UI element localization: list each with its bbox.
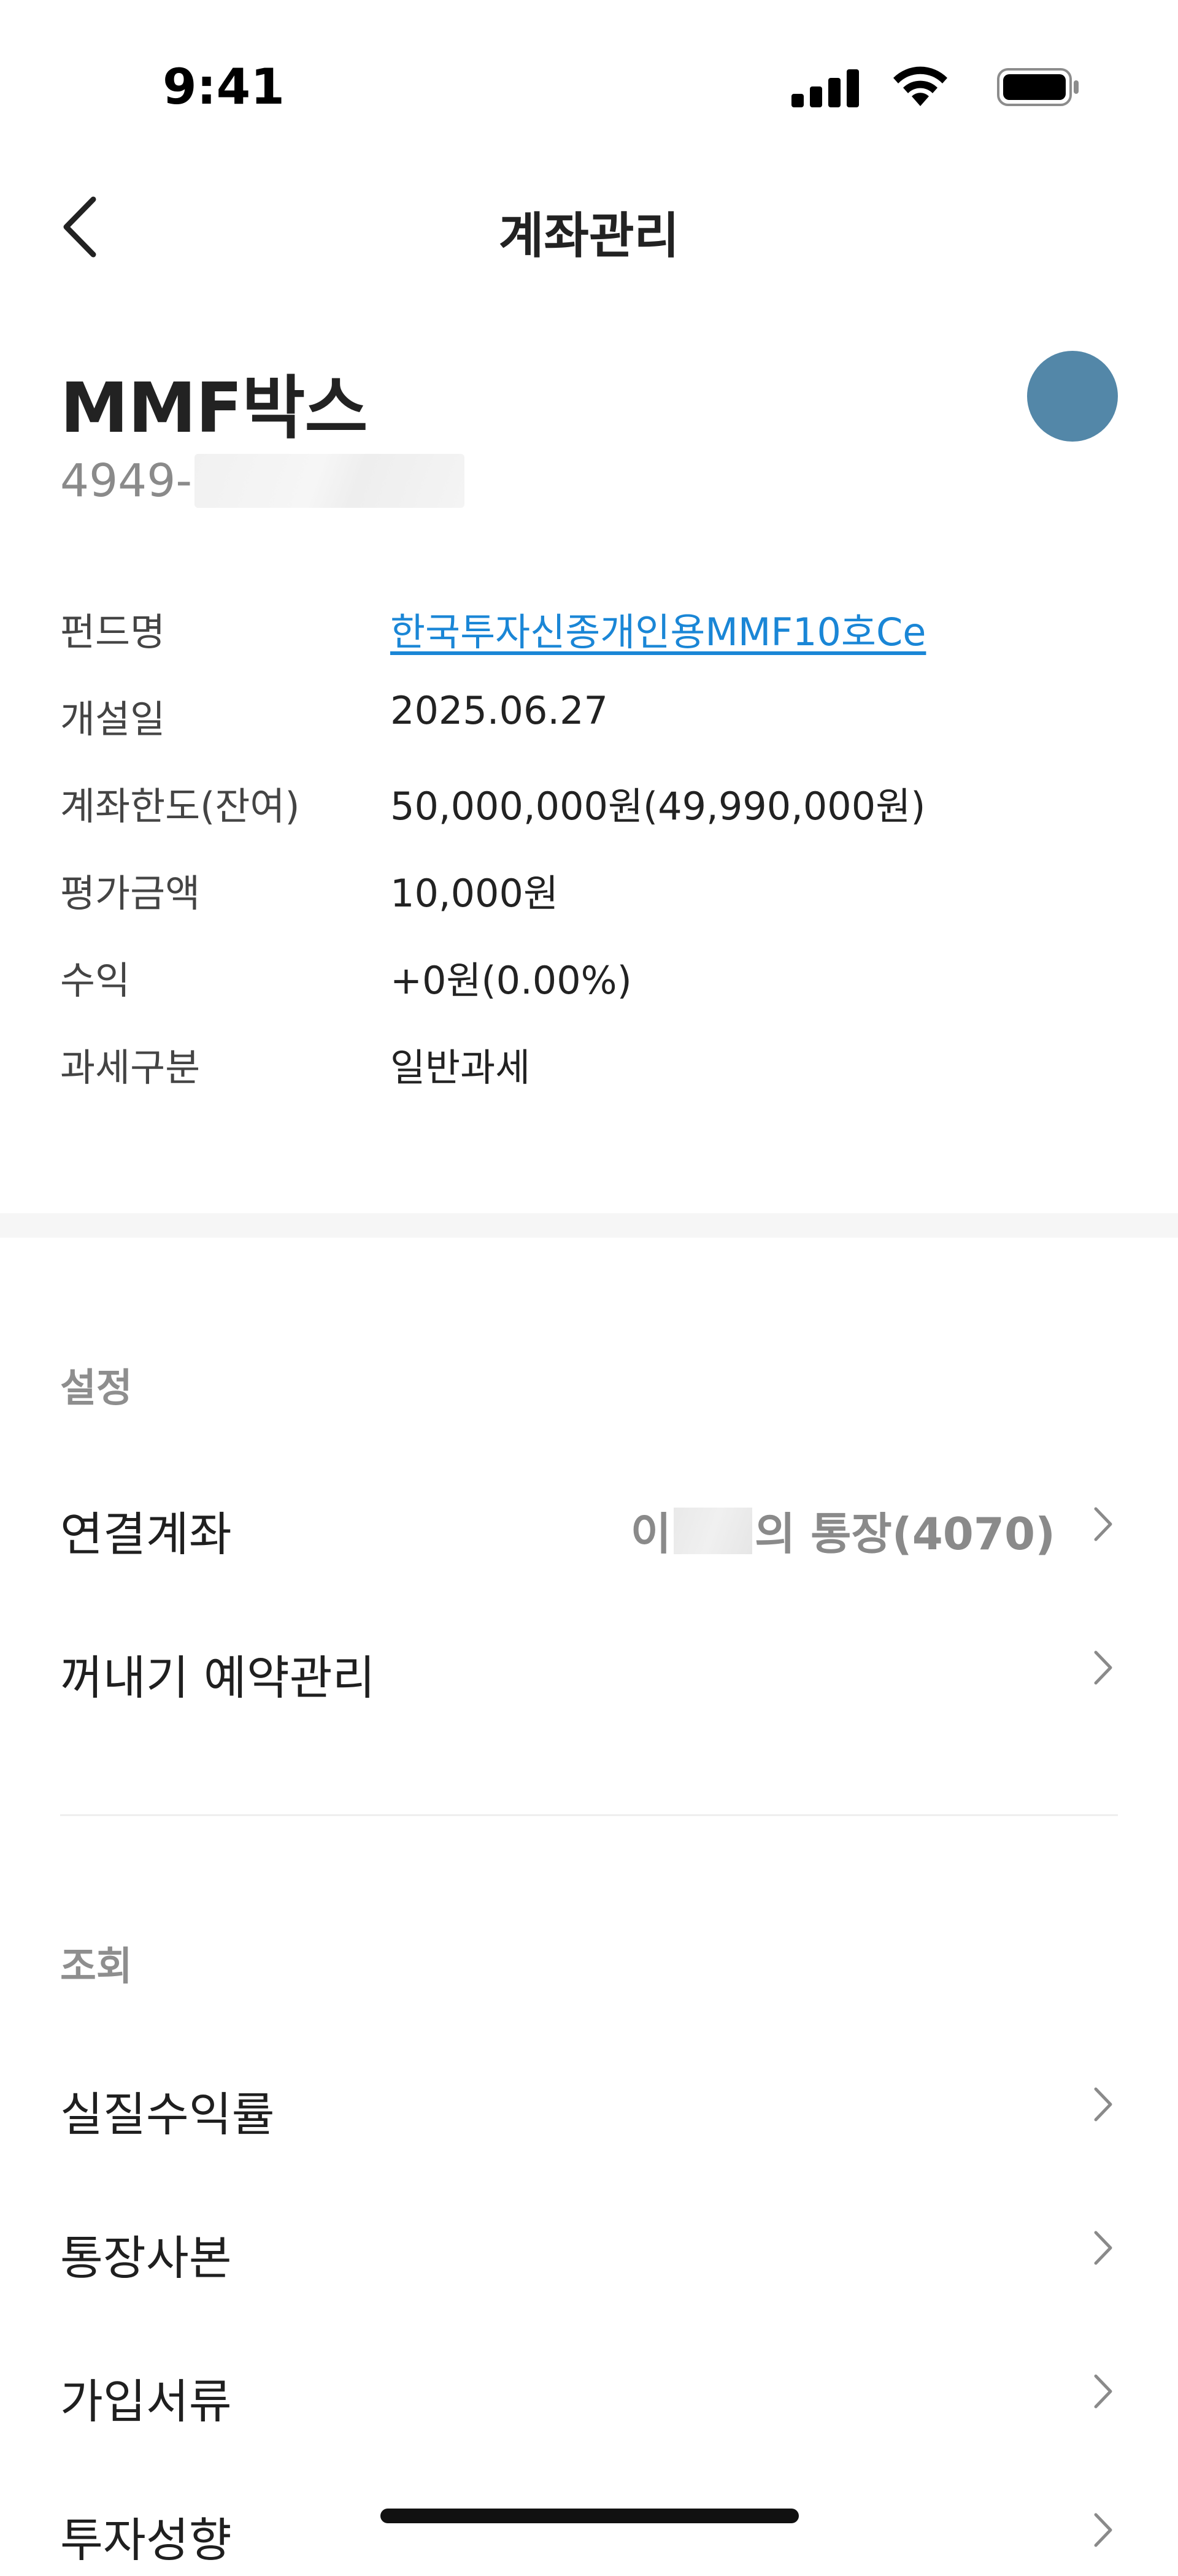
owner-name-mask <box>674 1508 752 1554</box>
real-return-rate-row[interactable]: 실질수익률 <box>60 2052 1118 2150</box>
menu-label: 연결계좌 <box>60 1507 232 1562</box>
info-row-tax-type: 과세구분 일반과세 <box>60 1037 1122 1124</box>
info-value: +0원(0.00%) <box>390 958 632 1003</box>
account-info-table: 펀드명 한국투자신종개인용MMF10호Ce 개설일 2025.06.27 계좌한… <box>60 601 1122 1124</box>
menu-label: 가입서류 <box>60 2374 232 2429</box>
linked-account-row[interactable]: 연결계좌 이 의 통장(4070) <box>60 1472 1118 1570</box>
chevron-right-icon <box>1094 1650 1112 1685</box>
linked-account-detail: 이 의 통장(4070) <box>631 1498 1055 1562</box>
info-label: 개설일 <box>60 697 166 742</box>
divider <box>60 1814 1118 1816</box>
chevron-right-icon <box>1094 1507 1112 1541</box>
linked-account-owner-prefix: 이 <box>630 1508 671 1560</box>
account-number: 4949- <box>60 454 465 515</box>
status-time: 9:41 <box>163 58 285 115</box>
enrollment-documents-row[interactable]: 가입서류 <box>60 2339 1118 2437</box>
menu-label: 투자성향 <box>60 2513 232 2567</box>
chevron-right-icon <box>1094 2231 1112 2265</box>
battery-icon <box>997 68 1079 106</box>
wifi-icon <box>893 66 947 106</box>
cellular-signal-icon <box>791 69 859 107</box>
info-row-fund-name: 펀드명 한국투자신종개인용MMF10호Ce <box>60 601 1122 688</box>
info-value: 2025.06.27 <box>390 688 608 733</box>
info-row-open-date: 개설일 2025.06.27 <box>60 688 1122 775</box>
account-avatar[interactable] <box>1027 351 1118 442</box>
info-label: 과세구분 <box>60 1045 201 1090</box>
settings-section-header: 설정 <box>60 1366 133 1411</box>
info-value: 일반과세 <box>390 1045 531 1090</box>
account-name: MMF박스 <box>60 369 368 448</box>
home-indicator[interactable] <box>380 2509 799 2523</box>
info-value: 10,000원 <box>390 871 558 916</box>
info-value: 50,000,000원(49,990,000원) <box>390 784 926 829</box>
investment-propensity-row[interactable]: 투자성향 <box>60 2478 1118 2576</box>
withdraw-reservation-row[interactable]: 꺼내기 예약관리 <box>60 1616 1118 1714</box>
menu-label: 통장사본 <box>60 2231 232 2285</box>
chevron-right-icon <box>1094 2374 1112 2409</box>
account-number-mask <box>194 454 465 508</box>
bankbook-copy-row[interactable]: 통장사본 <box>60 2196 1118 2294</box>
inquiry-section-header: 조회 <box>60 1944 133 1990</box>
info-row-account-limit: 계좌한도(잔여) 50,000,000원(49,990,000원) <box>60 775 1122 862</box>
info-label: 펀드명 <box>60 610 166 654</box>
info-label: 계좌한도(잔여) <box>60 784 300 829</box>
info-label: 수익 <box>60 958 131 1003</box>
info-row-profit: 수익 +0원(0.00%) <box>60 949 1122 1037</box>
chevron-right-icon <box>1094 2513 1112 2547</box>
page-title: 계좌관리 <box>498 207 680 264</box>
status-bar: 9:41 <box>0 0 1178 159</box>
section-divider <box>0 1213 1178 1238</box>
menu-label: 꺼내기 예약관리 <box>60 1650 375 1705</box>
menu-label: 실질수익률 <box>60 2087 275 2142</box>
chevron-right-icon <box>1094 2087 1112 2122</box>
navigation-bar: 계좌관리 <box>0 178 1178 276</box>
account-number-prefix: 4949- <box>60 454 193 507</box>
fund-name-link[interactable]: 한국투자신종개인용MMF10호Ce <box>390 601 926 656</box>
info-row-valuation: 평가금액 10,000원 <box>60 862 1122 949</box>
linked-account-suffix: 의 통장(4070) <box>755 1508 1055 1560</box>
info-label: 평가금액 <box>60 871 201 916</box>
